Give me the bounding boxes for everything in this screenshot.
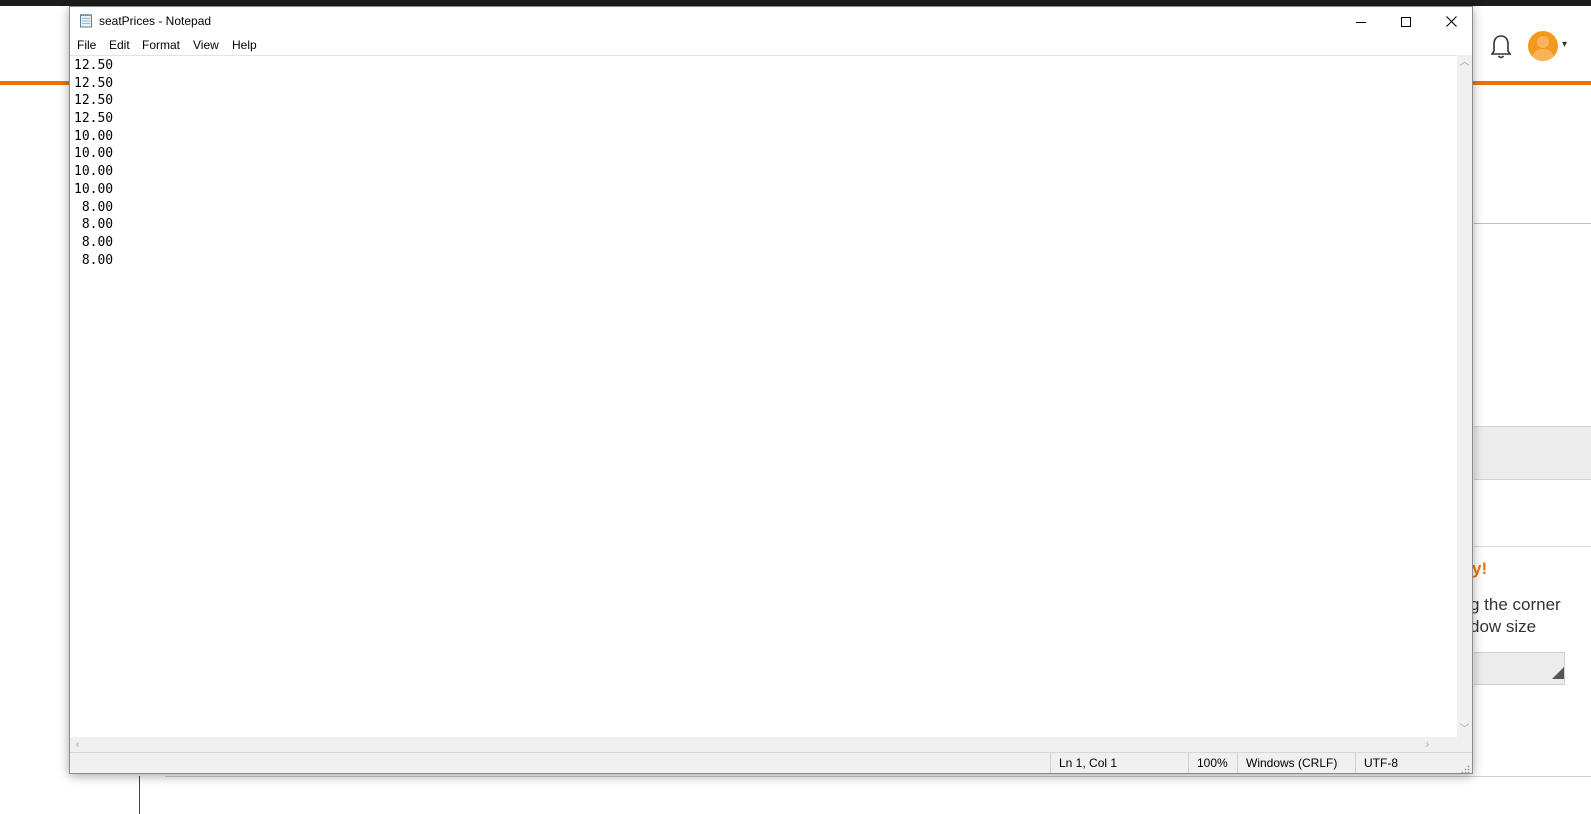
status-cursor-position: Ln 1, Col 1 bbox=[1050, 753, 1188, 773]
maximize-button[interactable] bbox=[1383, 7, 1429, 36]
background-notice-text: g the corner bbox=[1470, 595, 1561, 614]
resize-grip-icon[interactable] bbox=[1460, 761, 1470, 774]
status-line-ending: Windows (CRLF) bbox=[1237, 753, 1355, 773]
menu-file[interactable]: File bbox=[77, 38, 96, 52]
notepad-window[interactable]: seatPrices - Notepad File Edit Format Vi… bbox=[69, 6, 1473, 774]
bell-icon[interactable] bbox=[1489, 33, 1513, 61]
minimize-icon bbox=[1356, 21, 1366, 23]
maximize-icon bbox=[1401, 16, 1411, 27]
text-line: 8.00 bbox=[74, 252, 114, 268]
scrollbar-corner bbox=[1457, 737, 1472, 752]
text-line: 12.50 bbox=[74, 93, 114, 109]
background-divider bbox=[1474, 223, 1591, 224]
text-line: 10.00 bbox=[74, 164, 114, 180]
menu-bar: File Edit Format View Help bbox=[70, 36, 1472, 55]
avatar[interactable] bbox=[1528, 31, 1558, 61]
avatar-head bbox=[1537, 36, 1549, 48]
background-notice-heading: y! bbox=[1472, 559, 1488, 578]
text-line: 8.00 bbox=[74, 234, 114, 250]
scroll-up-icon[interactable]: ︿ bbox=[1457, 55, 1472, 70]
title-bar[interactable]: seatPrices - Notepad bbox=[70, 7, 1472, 36]
menu-view[interactable]: View bbox=[193, 38, 219, 52]
status-zoom: 100% bbox=[1188, 753, 1237, 773]
text-line: 10.00 bbox=[74, 146, 114, 162]
background-vertical-line bbox=[139, 776, 140, 814]
text-line: 12.50 bbox=[74, 75, 114, 91]
background-panel-bar bbox=[1474, 426, 1591, 480]
chevron-down-icon[interactable]: ▾ bbox=[1562, 40, 1572, 50]
text-line: 10.00 bbox=[74, 128, 114, 144]
menu-help[interactable]: Help bbox=[232, 38, 257, 52]
minimize-button[interactable] bbox=[1338, 7, 1384, 36]
status-encoding: UTF-8 bbox=[1355, 753, 1455, 773]
background-divider bbox=[165, 776, 1591, 777]
menu-format[interactable]: Format bbox=[142, 38, 180, 52]
avatar-body bbox=[1532, 49, 1554, 61]
text-line: 12.50 bbox=[74, 111, 114, 127]
window-title: seatPrices - Notepad bbox=[99, 14, 212, 28]
scroll-right-icon[interactable]: › bbox=[1420, 737, 1435, 752]
text-line: 10.00 bbox=[74, 181, 114, 197]
text-editor[interactable]: 12.50 12.50 12.50 12.50 10.00 10.00 10.0… bbox=[70, 55, 1457, 737]
text-line: 8.00 bbox=[74, 217, 114, 233]
background-notice-text: dow size bbox=[1470, 617, 1537, 636]
close-button[interactable] bbox=[1428, 7, 1474, 36]
scroll-left-icon[interactable]: ‹ bbox=[70, 737, 85, 752]
scroll-down-icon[interactable]: ﹀ bbox=[1457, 722, 1472, 737]
background-divider bbox=[1474, 546, 1591, 547]
text-line: 12.50 bbox=[74, 58, 114, 73]
vertical-scrollbar[interactable]: ︿ ﹀ bbox=[1457, 55, 1472, 737]
status-bar: Ln 1, Col 1 100% Windows (CRLF) UTF-8 bbox=[70, 752, 1472, 774]
close-icon bbox=[1445, 16, 1457, 27]
notepad-app-icon bbox=[79, 13, 93, 28]
horizontal-scrollbar[interactable]: ‹ › bbox=[70, 737, 1457, 752]
resize-handle-icon[interactable] bbox=[1552, 667, 1564, 679]
menu-edit[interactable]: Edit bbox=[109, 38, 130, 52]
text-line: 8.00 bbox=[74, 199, 114, 215]
